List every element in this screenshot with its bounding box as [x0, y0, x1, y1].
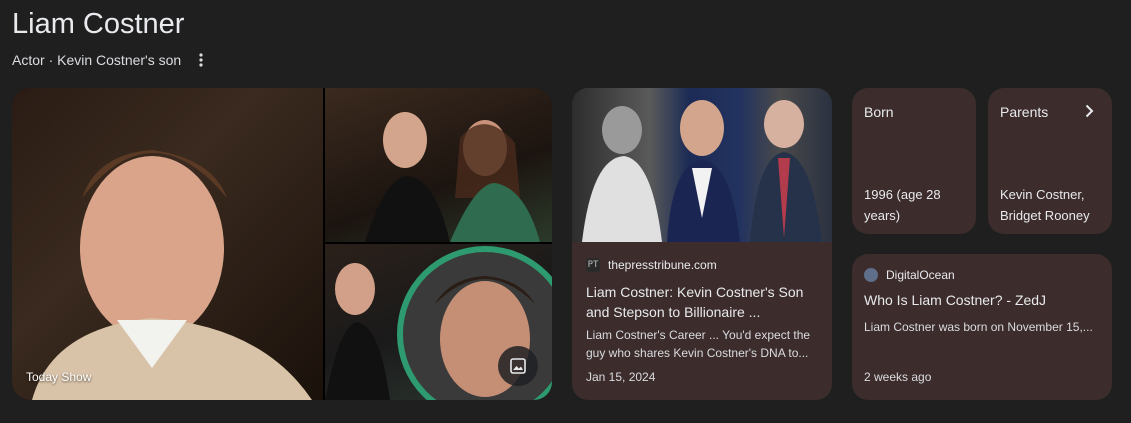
fact-card-born[interactable]: Born 1996 (age 28 years): [852, 88, 976, 234]
subtitle: Actor · Kevin Costner's son: [12, 52, 182, 68]
photo-top-right[interactable]: [325, 88, 552, 242]
main-photo[interactable]: Today Show: [12, 88, 323, 400]
small-article-source[interactable]: DigitalOcean: [864, 268, 955, 282]
portrait-illustration: [32, 150, 312, 400]
globe-icon: [864, 268, 878, 282]
born-value: 1996 (age 28 years): [864, 187, 941, 223]
article-snippet: Liam Costner's Career ... You'd expect t…: [586, 328, 811, 360]
parents-value: Kevin Costner, Bridget Rooney: [1000, 187, 1090, 223]
small-article-snippet: Liam Costner was born on November 15,...: [864, 320, 1093, 334]
born-label: Born: [864, 104, 894, 120]
article-source-name: thepresstribune.com: [608, 258, 717, 272]
site-favicon-icon: PT: [586, 258, 600, 272]
more-vert-icon[interactable]: [191, 50, 211, 70]
page-title: Liam Costner: [12, 8, 185, 40]
article-source[interactable]: PT thepresstribune.com: [586, 258, 717, 272]
small-article-date: 2 weeks ago: [864, 370, 932, 384]
parents-label: Parents: [1000, 104, 1049, 120]
article-date: Jan 15, 2024: [586, 370, 656, 384]
subtitle-row: Actor · Kevin Costner's son: [12, 50, 211, 70]
image-caption: Today Show: [26, 370, 92, 384]
knowledge-panel: Liam Costner Actor · Kevin Costner's son…: [0, 0, 1131, 423]
article-headline[interactable]: Liam Costner: Kevin Costner's Son and St…: [586, 282, 818, 322]
small-article-source-name: DigitalOcean: [886, 268, 955, 282]
fact-card-parents[interactable]: Parents Kevin Costner, Bridget Rooney: [988, 88, 1112, 234]
image-mosaic[interactable]: Today Show: [12, 88, 552, 400]
article-card[interactable]: PT thepresstribune.com Liam Costner: Kev…: [572, 88, 832, 400]
photo-bottom-right[interactable]: [325, 244, 552, 400]
article-thumbnail-illustration: [582, 100, 822, 242]
article-thumbnail: [572, 88, 832, 242]
small-article-headline[interactable]: Who Is Liam Costner? - ZedJ: [864, 292, 1100, 308]
small-article-card[interactable]: DigitalOcean Who Is Liam Costner? - ZedJ…: [852, 254, 1112, 400]
image-icon[interactable]: [498, 346, 538, 386]
chevron-right-icon[interactable]: [1080, 102, 1098, 120]
couple-illustration: [365, 112, 540, 242]
